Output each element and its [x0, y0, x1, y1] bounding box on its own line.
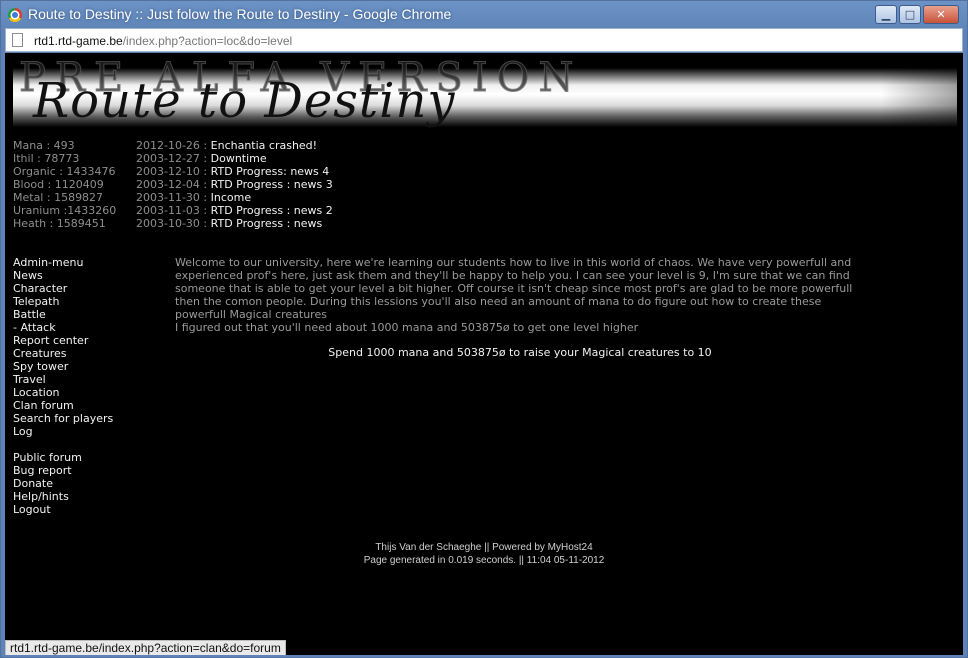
menu-clan-forum[interactable]: Clan forum [13, 399, 113, 412]
resource-organic: Organic : 1433476 [13, 165, 116, 178]
news-link[interactable]: RTD Progress : news 2 [211, 204, 333, 217]
resource-metal: Metal : 1589827 [13, 191, 104, 204]
window-controls: ▁ □ ✕ [875, 5, 959, 24]
footer-generated: Page generated in 0.019 seconds. || 11:0… [363, 555, 605, 566]
close-button[interactable]: ✕ [923, 5, 959, 24]
resource-uranium: Uranium :1433260 [13, 204, 117, 217]
level-action: Spend 1000 mana and 503875ø to raise you… [175, 346, 865, 359]
menu-travel[interactable]: Travel [13, 373, 113, 386]
news-list: 2012-10-26 : Enchantia crashed! 2003-12-… [136, 139, 333, 230]
resource-blood: Blood : 1120409 [13, 178, 104, 191]
menu-donate[interactable]: Donate [13, 477, 113, 490]
menu-spy-tower[interactable]: Spy tower [13, 360, 113, 373]
menu-logout[interactable]: Logout [13, 503, 113, 516]
main-panel: Welcome to our university, here we're le… [175, 256, 865, 359]
menu-admin[interactable]: Admin-menu [13, 256, 113, 269]
menu-character[interactable]: Character [13, 282, 113, 295]
page-icon [12, 33, 23, 47]
news-date: 2003-12-04 : [136, 178, 211, 191]
news-item: 2003-11-30 : Income [136, 191, 333, 204]
browser-window: Route to Destiny :: Just folow the Route… [0, 0, 968, 658]
menu-location[interactable]: Location [13, 386, 113, 399]
minimize-button[interactable]: ▁ [875, 5, 897, 24]
news-link[interactable]: RTD Progress: news 4 [211, 165, 330, 178]
resource-ithil: Ithil : 78773 [13, 152, 80, 165]
news-link[interactable]: RTD Progress : news 3 [211, 178, 333, 191]
menu-telepath[interactable]: Telepath [13, 295, 113, 308]
requirement-text: I figured out that you'll need about 100… [175, 321, 639, 334]
news-link[interactable]: RTD Progress : news [211, 217, 323, 230]
menu-search-players[interactable]: Search for players [13, 412, 113, 425]
news-date: 2003-11-30 : [136, 191, 211, 204]
footer-credits: Thijs Van der Schaeghe || Powered by MyH… [375, 542, 593, 553]
window-title: Route to Destiny :: Just folow the Route… [28, 6, 452, 22]
news-item: 2003-12-04 : RTD Progress : news 3 [136, 178, 333, 191]
status-bar: rtd1.rtd-game.be/index.php?action=clan&d… [5, 640, 286, 655]
news-link[interactable]: Enchantia crashed! [211, 139, 317, 152]
spend-mana-link[interactable]: Spend 1000 mana and 503875ø to raise you… [328, 346, 711, 359]
news-link[interactable]: Downtime [211, 152, 267, 165]
footer: Thijs Van der Schaeghe || Powered by MyH… [5, 541, 963, 567]
menu-spacer [13, 438, 113, 451]
news-date: 2003-12-10 : [136, 165, 211, 178]
news-link[interactable]: Income [211, 191, 251, 204]
menu-battle[interactable]: Battle [13, 308, 113, 321]
menu-news[interactable]: News [13, 269, 113, 282]
pre-alfa-watermark: PRE ALFA VERSION [18, 55, 583, 102]
banner: PRE ALFA VERSION Route to Destiny [13, 55, 957, 135]
side-menu: Admin-menu News Character Telepath Battl… [13, 256, 113, 516]
news-item: 2012-10-26 : Enchantia crashed! [136, 139, 333, 152]
resource-mana: Mana : 493 [13, 139, 75, 152]
menu-public-forum[interactable]: Public forum [13, 451, 113, 464]
news-date: 2012-10-26 : [136, 139, 211, 152]
url-path: /index.php?action=loc&do=level [122, 34, 293, 48]
menu-bug-report[interactable]: Bug report [13, 464, 113, 477]
news-item: 2003-11-03 : RTD Progress : news 2 [136, 204, 333, 217]
title-bar: Route to Destiny :: Just folow the Route… [1, 1, 967, 29]
resource-list: Mana : 493 Ithil : 78773 Organic : 14334… [13, 139, 116, 230]
news-date: 2003-11-03 : [136, 204, 211, 217]
chrome-icon [8, 8, 22, 22]
menu-creatures[interactable]: Creatures [13, 347, 113, 360]
news-item: 2003-10-30 : RTD Progress : news [136, 217, 333, 230]
news-item: 2003-12-10 : RTD Progress: news 4 [136, 165, 333, 178]
url-host: rtd1.rtd-game.be [34, 34, 123, 48]
site-logo: Route to Destiny [33, 73, 456, 129]
maximize-button[interactable]: □ [899, 5, 921, 24]
address-url[interactable]: rtd1.rtd-game.be/index.php?action=loc&do… [34, 34, 292, 48]
menu-help-hints[interactable]: Help/hints [13, 490, 113, 503]
address-bar[interactable]: rtd1.rtd-game.be/index.php?action=loc&do… [5, 28, 963, 52]
intro-text: Welcome to our university, here we're le… [175, 256, 853, 321]
news-date: 2003-10-30 : [136, 217, 211, 230]
menu-report-center[interactable]: Report center [13, 334, 113, 347]
menu-log[interactable]: Log [13, 425, 113, 438]
menu-attack[interactable]: - Attack [13, 321, 113, 334]
news-item: 2003-12-27 : Downtime [136, 152, 333, 165]
news-date: 2003-12-27 : [136, 152, 211, 165]
page-content: PRE ALFA VERSION Route to Destiny Mana :… [5, 53, 963, 655]
resource-heath: Heath : 1589451 [13, 217, 106, 230]
